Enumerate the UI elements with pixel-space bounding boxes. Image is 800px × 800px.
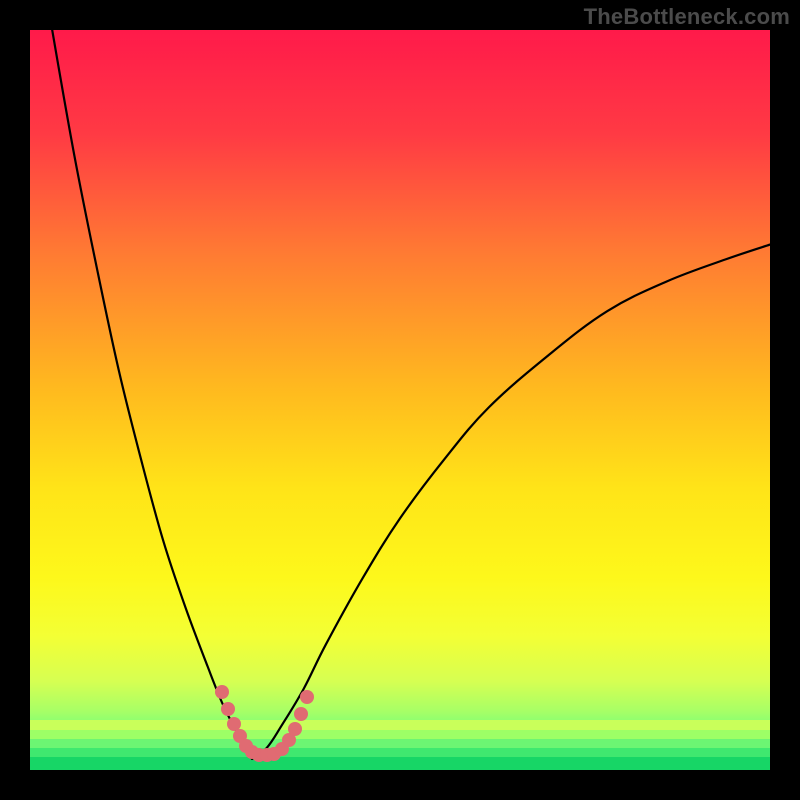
optimal-marker-dot bbox=[221, 702, 235, 716]
optimal-marker-dot bbox=[300, 690, 314, 704]
optimal-marker-dot bbox=[215, 685, 229, 699]
plot-area bbox=[30, 30, 770, 770]
optimal-marker-dot bbox=[294, 707, 308, 721]
chart-stage: TheBottleneck.com bbox=[0, 0, 800, 800]
watermark-text: TheBottleneck.com bbox=[584, 4, 790, 30]
optimal-region-markers bbox=[30, 30, 770, 770]
optimal-marker-dot bbox=[288, 722, 302, 736]
